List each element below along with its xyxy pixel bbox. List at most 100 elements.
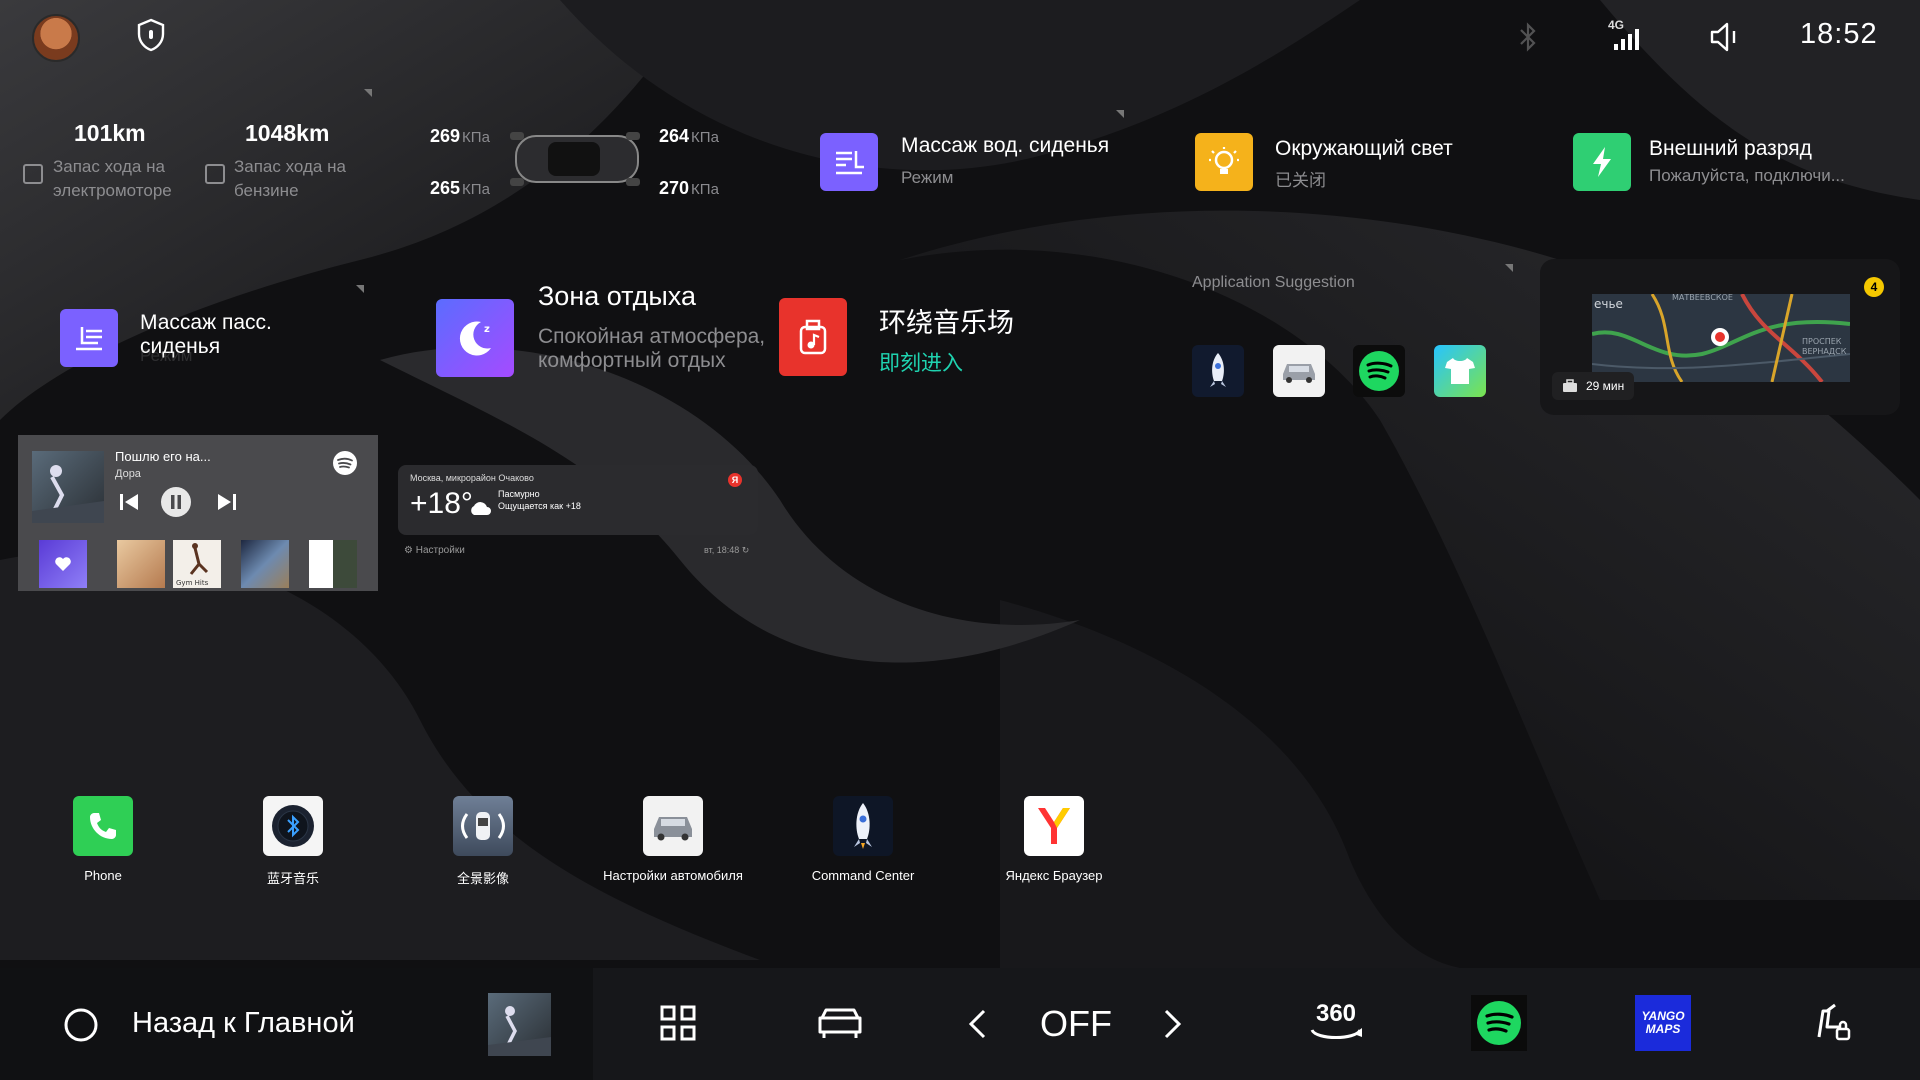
- yango-line-2: MAPS: [1645, 1022, 1681, 1036]
- yango-maps-icon[interactable]: YANGO MAPS: [1635, 995, 1691, 1051]
- album-art[interactable]: [32, 451, 104, 523]
- chevron-right-icon[interactable]: [1162, 1008, 1184, 1040]
- rocket-app-icon[interactable]: [1192, 345, 1244, 397]
- fuel-range-value: 1048km: [245, 120, 330, 146]
- battery-icon: [23, 164, 43, 184]
- playlist-quotes[interactable]: [309, 540, 357, 588]
- playlist-gym-hits-label: Gym Hits: [176, 579, 209, 587]
- app-bluetooth-music[interactable]: 蓝牙音乐: [213, 796, 373, 887]
- external-discharge-title[interactable]: Внешний разряд: [1649, 137, 1812, 161]
- widget-corner-mark: [364, 89, 372, 97]
- app-label: Command Center: [811, 868, 915, 883]
- climate-value[interactable]: OFF: [1040, 1003, 1112, 1045]
- map-label-2: МАТВЕЕВСКОЕ: [1672, 294, 1733, 302]
- map-alert-badge: 4: [1864, 277, 1884, 297]
- map-eta-badge: 29 мин: [1552, 372, 1635, 400]
- tire-front-right: 264 КПа: [659, 126, 719, 146]
- bluetooth-icon[interactable]: [1516, 22, 1540, 52]
- app-grid-icon[interactable]: [660, 1005, 696, 1041]
- yandex-badge-icon: Я: [728, 473, 742, 487]
- external-discharge-subtitle: Пожалуйста, подключи...: [1649, 166, 1845, 185]
- weather-settings-link[interactable]: ⚙ Настройки: [404, 545, 465, 556]
- playlist-gym-hits[interactable]: Gym Hits: [173, 540, 221, 588]
- tire-front-left: 269 КПа: [430, 126, 490, 146]
- home-circle-icon[interactable]: [63, 1007, 99, 1043]
- heart-icon: [55, 557, 71, 571]
- driver-massage-subtitle: Режим: [901, 168, 954, 187]
- driver-massage-icon[interactable]: [820, 133, 878, 191]
- panorama-icon[interactable]: [453, 796, 513, 856]
- command-center-icon[interactable]: [833, 796, 893, 856]
- app-phone[interactable]: Phone: [23, 796, 183, 883]
- map-label-3: ПРОСПЕК: [1802, 337, 1842, 346]
- chevron-left-icon[interactable]: [966, 1008, 988, 1040]
- weather-updated[interactable]: вт, 18:48 ↻: [704, 545, 749, 556]
- car-settings-icon[interactable]: [643, 796, 703, 856]
- volume-mute-icon[interactable]: [1708, 20, 1742, 54]
- widget-corner-mark: [356, 285, 364, 293]
- phone-icon[interactable]: [73, 796, 133, 856]
- playlist-mix[interactable]: [241, 540, 289, 588]
- track-artist: Дора: [115, 468, 141, 480]
- car-seat-icon[interactable]: [816, 1006, 864, 1040]
- surround-music-subtitle[interactable]: 即刻进入: [879, 347, 963, 377]
- passenger-massage-icon[interactable]: [60, 309, 118, 367]
- yandex-browser-icon[interactable]: [1024, 796, 1084, 856]
- seat-lock-icon[interactable]: [1813, 1003, 1853, 1043]
- playlist-liked[interactable]: [39, 540, 87, 588]
- previous-track-icon[interactable]: [118, 491, 140, 513]
- pause-icon[interactable]: [160, 486, 192, 518]
- view-360-label: 360: [1315, 1000, 1357, 1027]
- weather-condition: Пасмурно: [498, 489, 540, 499]
- fuel-pump-icon: [205, 164, 225, 184]
- weather-widget[interactable]: Москва, микрорайон Очаково Я +18° Пасмур…: [398, 465, 758, 535]
- suggestion-title: Application Suggestion: [1192, 274, 1355, 291]
- car-topview-icon: [510, 132, 640, 186]
- map-label-1: ечье: [1594, 297, 1623, 311]
- rest-zone-subtitle: Спокойная атмосфера, комфортный отдых: [538, 325, 766, 372]
- bluetooth-music-icon[interactable]: [263, 796, 323, 856]
- spotify-icon: [1477, 1001, 1521, 1045]
- spotify-icon[interactable]: [1353, 345, 1405, 397]
- map-preview[interactable]: ечье МАТВЕЕВСКОЕ ПРОСПЕК ВЕРНАДСК: [1592, 294, 1850, 382]
- spotify-dock-button[interactable]: [1471, 995, 1527, 1051]
- map-eta: 29 мин: [1586, 379, 1625, 393]
- app-label: 全景影像: [456, 871, 509, 886]
- weather-temperature: +18°: [410, 487, 473, 520]
- ambient-light-title[interactable]: Окружающий свет: [1275, 137, 1453, 161]
- app-yandex-browser[interactable]: Яндекс Браузер: [974, 796, 1134, 883]
- briefcase-icon: [1563, 379, 1577, 392]
- ambient-light-subtitle: 已关闭: [1275, 171, 1326, 190]
- app-panorama[interactable]: 全景影像: [403, 796, 563, 887]
- rest-zone-icon[interactable]: z: [436, 299, 514, 377]
- app-label: Настройки автомобиля: [603, 868, 743, 883]
- surround-music-icon[interactable]: [779, 298, 847, 376]
- track-title: Пошлю его на...: [115, 449, 211, 464]
- user-avatar[interactable]: [32, 14, 80, 62]
- home-button-label[interactable]: Назад к Главной: [132, 1007, 355, 1040]
- app-label: Яндекс Браузер: [1005, 868, 1103, 883]
- tshirt-app-icon[interactable]: [1434, 345, 1486, 397]
- music-widget[interactable]: Пошлю его на... Дора Gym Hits: [18, 435, 378, 591]
- surround-music-title[interactable]: 环绕音乐场: [879, 301, 1014, 340]
- car-app-icon[interactable]: [1273, 345, 1325, 397]
- tire-rear-right: 270 КПа: [659, 178, 719, 198]
- svg-text:z: z: [484, 324, 490, 335]
- weather-location: Москва, микрорайон Очаково: [410, 473, 534, 483]
- now-playing-thumbnail[interactable]: [488, 993, 551, 1056]
- shield-icon[interactable]: [136, 18, 166, 52]
- status-clock: 18:52: [1800, 18, 1878, 50]
- passenger-massage-subtitle: Режим: [140, 346, 193, 365]
- ambient-light-icon[interactable]: [1195, 133, 1253, 191]
- next-track-icon[interactable]: [216, 491, 238, 513]
- app-car-settings[interactable]: Настройки автомобиля: [593, 796, 753, 883]
- map-widget[interactable]: ечье МАТВЕЕВСКОЕ ПРОСПЕК ВЕРНАДСК 29 мин…: [1540, 259, 1900, 415]
- driver-massage-title[interactable]: Массаж вод. сиденья: [901, 134, 1109, 158]
- external-discharge-icon[interactable]: [1573, 133, 1631, 191]
- widget-corner-mark: [1116, 110, 1124, 118]
- spotify-icon[interactable]: [332, 450, 358, 476]
- app-command-center[interactable]: Command Center: [783, 796, 943, 883]
- view-360-button[interactable]: 360: [1306, 1000, 1366, 1047]
- rest-zone-title[interactable]: Зона отдыха: [538, 281, 696, 312]
- playlist-baby[interactable]: [117, 540, 165, 588]
